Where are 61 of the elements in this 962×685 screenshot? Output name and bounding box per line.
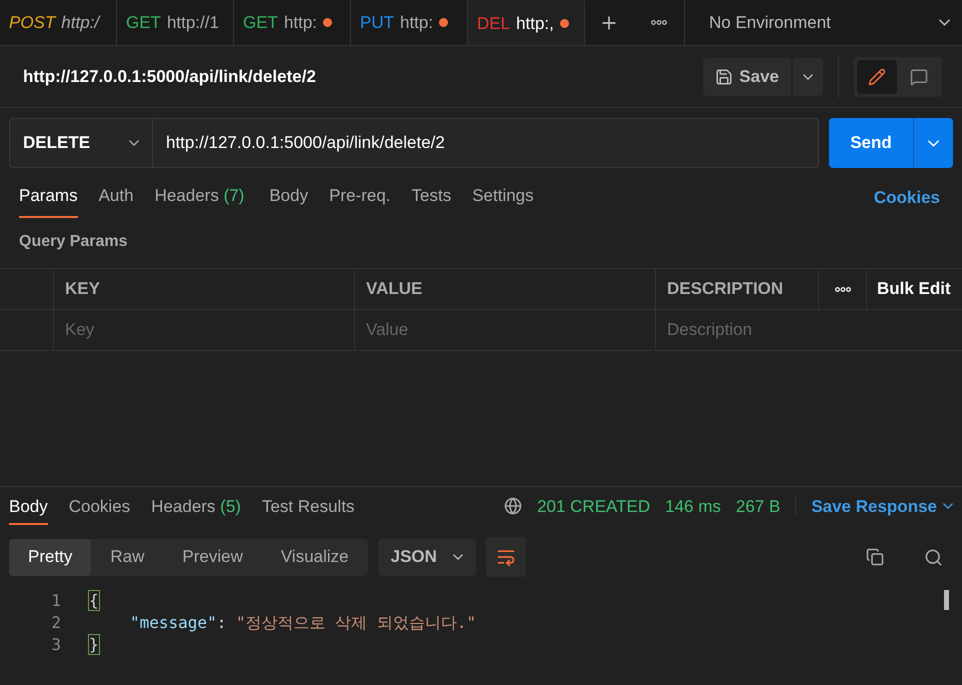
view-mode-tab[interactable]: Raw (91, 538, 164, 576)
param-field[interactable]: Key (54, 310, 355, 350)
column-header: VALUE (355, 269, 656, 309)
chevron-icon (803, 74, 813, 80)
view-mode-tab[interactable]: Visualize (262, 538, 368, 576)
format-select[interactable]: JSON (378, 538, 476, 576)
section-title: Query Params (19, 233, 128, 250)
copy-icon (866, 548, 884, 566)
url-field[interactable]: http://127.0.0.1:5000/api/link/delete/2 (153, 118, 819, 168)
line-number: 2 (50, 612, 61, 634)
request-section-tab[interactable]: Pre-req. (329, 182, 391, 218)
scrollbar (944, 590, 949, 610)
request-section-tab[interactable]: Tests (412, 182, 452, 218)
request-tab[interactable]: POST http:/ (0, 0, 117, 45)
chevron-icon (928, 140, 939, 146)
wrap-button[interactable] (486, 537, 526, 577)
request-tab[interactable]: GET http://1 (117, 0, 234, 45)
more-icon (834, 286, 850, 292)
request-section-tab[interactable]: Auth (98, 182, 134, 218)
chevron-icon (129, 140, 139, 146)
chevron-icon (452, 554, 463, 560)
bulk-edit-button[interactable]: Bulk Edit (867, 276, 961, 302)
method-select[interactable]: DELETE (9, 118, 153, 168)
param-field[interactable]: Description (656, 310, 962, 350)
line-number: 1 (50, 590, 61, 612)
more-icon (650, 20, 666, 25)
pencil-icon (868, 68, 886, 86)
status-code: 201 CREATED (537, 496, 650, 518)
response-size: 267 B (736, 496, 780, 518)
globe-icon (504, 497, 522, 516)
save-icon (715, 68, 734, 86)
cookies-link[interactable]: Cookies (874, 184, 940, 218)
chevron-icon (939, 19, 950, 26)
request-section-tab[interactable]: Params (19, 182, 78, 218)
line-number: 3 (50, 634, 61, 656)
request-section-tab[interactable]: Body (269, 182, 308, 218)
view-mode-tab[interactable]: Pretty (9, 538, 92, 576)
new-tab-button[interactable] (585, 0, 633, 45)
response-tab[interactable]: Body (9, 494, 48, 525)
save-button[interactable]: Save (703, 58, 791, 96)
code-line: "message": "정상적으로 삭제 되었습니다." (129, 612, 476, 634)
request-title: http://127.0.0.1:5000/api/link/delete/2 (23, 66, 317, 88)
environment-select[interactable]: No Environment (685, 0, 962, 45)
edit-mode-button[interactable] (857, 60, 897, 94)
view-mode-tab[interactable]: Preview (163, 538, 262, 576)
request-section-tab[interactable]: Settings (472, 182, 534, 218)
response-tab[interactable]: Headers (5) (151, 494, 241, 525)
save-response-button[interactable]: Save Response (811, 494, 953, 519)
response-tab[interactable]: Cookies (68, 494, 130, 525)
response-time: 146 ms (665, 496, 721, 518)
column-header: KEY (54, 269, 355, 309)
chevron-icon (943, 503, 953, 510)
response-tab[interactable]: Test Results (262, 494, 355, 525)
send-button[interactable]: Send (829, 118, 913, 168)
request-tab[interactable]: PUT http: (351, 0, 468, 45)
search-icon (924, 548, 942, 566)
column-header: DESCRIPTION (656, 269, 819, 309)
param-field[interactable]: Value (355, 310, 656, 350)
comment-icon (910, 68, 928, 86)
request-section-tab[interactable]: Headers (7) (154, 182, 244, 218)
request-tab[interactable]: GET http: (234, 0, 351, 45)
